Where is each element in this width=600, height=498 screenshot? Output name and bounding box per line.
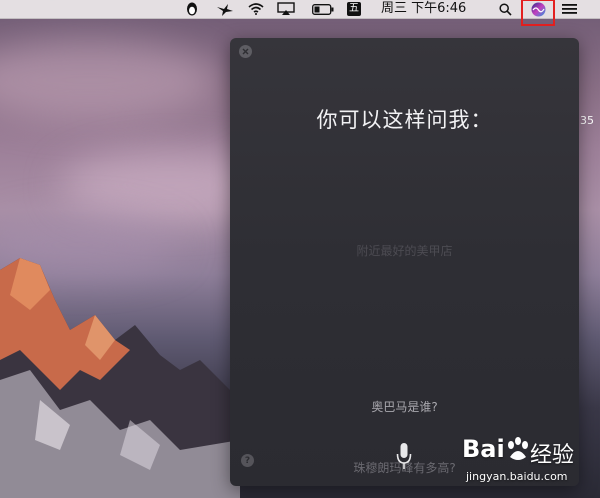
watermark-brand: Bai — [462, 435, 505, 463]
spotlight-search-icon[interactable] — [496, 0, 514, 18]
baidu-paw-icon — [508, 437, 528, 460]
close-icon — [242, 48, 249, 55]
microphone-icon — [396, 443, 412, 469]
siri-prompt-title: 你可以这样问我： — [316, 108, 493, 132]
siri-suggestion[interactable]: 附近最好的美甲店 — [230, 242, 579, 259]
notification-center-icon[interactable] — [559, 0, 579, 18]
desktop-edge-text: 35 — [580, 114, 594, 127]
siri-suggestion[interactable]: 奥巴马是谁? — [230, 398, 579, 415]
siri-close-button[interactable] — [239, 45, 252, 58]
battery-icon[interactable] — [311, 0, 335, 18]
wubi-input-icon[interactable]: 五 — [346, 0, 362, 18]
airplay-icon[interactable] — [276, 0, 296, 18]
menubar-clock[interactable]: 周三 下午6:46 — [381, 0, 476, 18]
watermark-url: jingyan.baidu.com — [466, 470, 568, 483]
siri-microphone-button[interactable] — [395, 440, 413, 474]
siri-icon[interactable] — [528, 0, 548, 18]
wifi-icon[interactable] — [246, 0, 266, 18]
menu-bar: 五 周三 下午6:46 — [0, 0, 600, 19]
bird-icon[interactable] — [215, 0, 235, 18]
wallpaper-cloud — [0, 40, 220, 120]
baidu-jingyan-watermark: Bai 经验 jingyan.baidu.com — [462, 435, 600, 498]
input-method-label: 五 — [347, 2, 361, 16]
siri-help-button[interactable]: ? — [241, 454, 254, 467]
qq-penguin-icon[interactable] — [184, 0, 200, 18]
watermark-brand-suffix: 经验 — [530, 443, 575, 468]
wallpaper-mountains — [0, 258, 240, 498]
siri-panel: 你可以这样问我： 附近最好的美甲店 奥巴马是谁? 珠穆朗玛峰有多高? ? — [230, 38, 579, 486]
clock-text: 周三 下午6:46 — [381, 1, 467, 16]
